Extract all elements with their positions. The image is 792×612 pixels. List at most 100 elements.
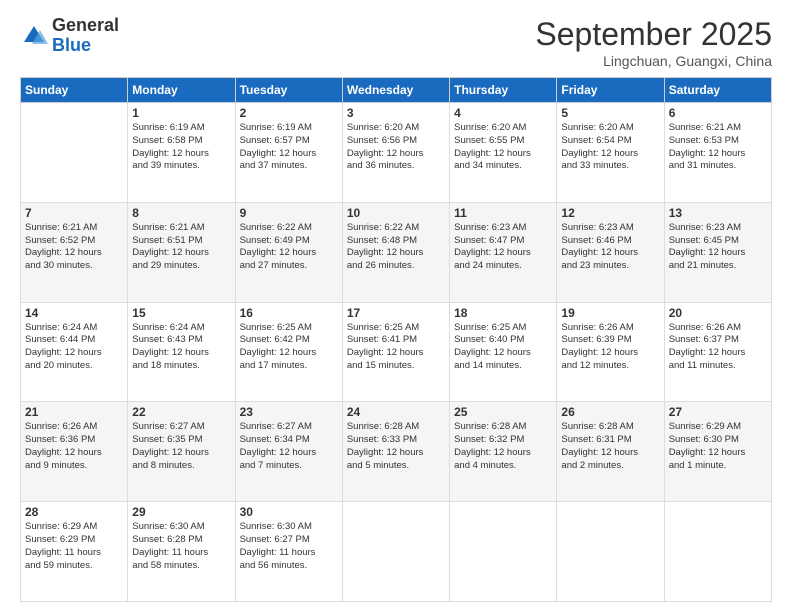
day-info: Sunrise: 6:30 AM Sunset: 6:28 PM Dayligh… — [132, 521, 230, 572]
day-info: Sunrise: 6:28 AM Sunset: 6:31 PM Dayligh… — [561, 421, 659, 472]
day-number: 23 — [240, 405, 338, 419]
day-number: 26 — [561, 405, 659, 419]
calendar-week-row: 14 Sunrise: 6:24 AM Sunset: 6:44 PM Dayli… — [21, 302, 772, 402]
day-info: Sunrise: 6:25 AM Sunset: 6:40 PM Dayligh… — [454, 322, 552, 373]
calendar-week-row: 7 Sunrise: 6:21 AM Sunset: 6:52 PM Daylig… — [21, 202, 772, 302]
day-number: 18 — [454, 306, 552, 320]
day-info: Sunrise: 6:20 AM Sunset: 6:56 PM Dayligh… — [347, 122, 445, 173]
day-number: 22 — [132, 405, 230, 419]
day-number: 14 — [25, 306, 123, 320]
calendar-cell: 19 Sunrise: 6:26 AM Sunset: 6:39 PM Dayli… — [557, 302, 664, 402]
calendar-cell: 23 Sunrise: 6:27 AM Sunset: 6:34 PM Dayli… — [235, 402, 342, 502]
logo-general: General — [52, 16, 119, 36]
logo-text: General Blue — [52, 16, 119, 56]
header: General Blue September 2025 Lingchuan, G… — [20, 16, 772, 69]
day-info: Sunrise: 6:19 AM Sunset: 6:58 PM Dayligh… — [132, 122, 230, 173]
calendar-cell — [664, 502, 771, 602]
calendar-cell: 16Sunrise: 6:25 AM Sunset: 6:42 PM Dayli… — [235, 302, 342, 402]
calendar-cell: 20 Sunrise: 6:26 AM Sunset: 6:37 PM Dayli… — [664, 302, 771, 402]
day-info: Sunrise: 6:23 AM Sunset: 6:46 PM Dayligh… — [561, 222, 659, 273]
page: General Blue September 2025 Lingchuan, G… — [0, 0, 792, 612]
day-number: 19 — [561, 306, 659, 320]
calendar-cell: 9 Sunrise: 6:22 AM Sunset: 6:49 PM Daylig… — [235, 202, 342, 302]
day-info: Sunrise: 6:22 AM Sunset: 6:48 PM Dayligh… — [347, 222, 445, 273]
logo-blue: Blue — [52, 36, 119, 56]
day-number: 12 — [561, 206, 659, 220]
day-number: 4 — [454, 106, 552, 120]
day-info: Sunrise: 6:29 AM Sunset: 6:30 PM Dayligh… — [669, 421, 767, 472]
calendar-week-row: 1 Sunrise: 6:19 AM Sunset: 6:58 PM Daylig… — [21, 103, 772, 203]
day-info: Sunrise: 6:26 AM Sunset: 6:39 PM Dayligh… — [561, 322, 659, 373]
calendar-cell: 14 Sunrise: 6:24 AM Sunset: 6:44 PM Dayli… — [21, 302, 128, 402]
day-info: Sunrise: 6:26 AM Sunset: 6:37 PM Dayligh… — [669, 322, 767, 373]
calendar-cell: 1 Sunrise: 6:19 AM Sunset: 6:58 PM Daylig… — [128, 103, 235, 203]
calendar-cell: 6 Sunrise: 6:21 AM Sunset: 6:53 PM Daylig… — [664, 103, 771, 203]
calendar-cell: 22 Sunrise: 6:27 AM Sunset: 6:35 PM Dayli… — [128, 402, 235, 502]
calendar-cell: 28 Sunrise: 6:29 AM Sunset: 6:29 PM Dayli… — [21, 502, 128, 602]
calendar-cell: 21Sunrise: 6:26 AM Sunset: 6:36 PM Dayli… — [21, 402, 128, 502]
month-title: September 2025 — [535, 16, 772, 53]
day-info: Sunrise: 6:30 AM Sunset: 6:27 PM Dayligh… — [240, 521, 338, 572]
calendar-cell: 29 Sunrise: 6:30 AM Sunset: 6:28 PM Dayli… — [128, 502, 235, 602]
calendar-table: SundayMondayTuesdayWednesdayThursdayFrid… — [20, 77, 772, 602]
location: Lingchuan, Guangxi, China — [535, 53, 772, 69]
calendar-cell: 26 Sunrise: 6:28 AM Sunset: 6:31 PM Dayli… — [557, 402, 664, 502]
day-info: Sunrise: 6:20 AM Sunset: 6:55 PM Dayligh… — [454, 122, 552, 173]
calendar-cell: 2Sunrise: 6:19 AM Sunset: 6:57 PM Daylig… — [235, 103, 342, 203]
day-info: Sunrise: 6:23 AM Sunset: 6:47 PM Dayligh… — [454, 222, 552, 273]
calendar-week-row: 28 Sunrise: 6:29 AM Sunset: 6:29 PM Dayli… — [21, 502, 772, 602]
day-number: 21 — [25, 405, 123, 419]
day-number: 20 — [669, 306, 767, 320]
day-number: 13 — [669, 206, 767, 220]
day-number: 6 — [669, 106, 767, 120]
calendar-cell: 4 Sunrise: 6:20 AM Sunset: 6:55 PM Daylig… — [450, 103, 557, 203]
calendar-cell: 13 Sunrise: 6:23 AM Sunset: 6:45 PM Dayli… — [664, 202, 771, 302]
calendar-cell: 5Sunrise: 6:20 AM Sunset: 6:54 PM Daylig… — [557, 103, 664, 203]
day-number: 10 — [347, 206, 445, 220]
day-number: 3 — [347, 106, 445, 120]
calendar-cell: 10 Sunrise: 6:22 AM Sunset: 6:48 PM Dayli… — [342, 202, 449, 302]
calendar-cell: 30 Sunrise: 6:30 AM Sunset: 6:27 PM Dayli… — [235, 502, 342, 602]
calendar-cell: 25Sunrise: 6:28 AM Sunset: 6:32 PM Dayli… — [450, 402, 557, 502]
calendar-day-header: Saturday — [664, 78, 771, 103]
calendar-cell: 12 Sunrise: 6:23 AM Sunset: 6:46 PM Dayli… — [557, 202, 664, 302]
day-number: 2 — [240, 106, 338, 120]
logo-icon — [20, 22, 48, 50]
day-number: 29 — [132, 505, 230, 519]
day-number: 28 — [25, 505, 123, 519]
day-info: Sunrise: 6:27 AM Sunset: 6:35 PM Dayligh… — [132, 421, 230, 472]
day-info: Sunrise: 6:23 AM Sunset: 6:45 PM Dayligh… — [669, 222, 767, 273]
day-info: Sunrise: 6:21 AM Sunset: 6:51 PM Dayligh… — [132, 222, 230, 273]
day-info: Sunrise: 6:24 AM Sunset: 6:43 PM Dayligh… — [132, 322, 230, 373]
day-number: 17 — [347, 306, 445, 320]
calendar-cell: 24 Sunrise: 6:28 AM Sunset: 6:33 PM Dayli… — [342, 402, 449, 502]
calendar-cell: 17 Sunrise: 6:25 AM Sunset: 6:41 PM Dayli… — [342, 302, 449, 402]
calendar-day-header: Tuesday — [235, 78, 342, 103]
calendar-cell — [557, 502, 664, 602]
day-info: Sunrise: 6:21 AM Sunset: 6:52 PM Dayligh… — [25, 222, 123, 273]
day-number: 1 — [132, 106, 230, 120]
calendar-cell: 15Sunrise: 6:24 AM Sunset: 6:43 PM Dayli… — [128, 302, 235, 402]
day-number: 11 — [454, 206, 552, 220]
calendar-cell — [21, 103, 128, 203]
day-number: 5 — [561, 106, 659, 120]
calendar-day-header: Friday — [557, 78, 664, 103]
day-number: 9 — [240, 206, 338, 220]
day-info: Sunrise: 6:22 AM Sunset: 6:49 PM Dayligh… — [240, 222, 338, 273]
day-info: Sunrise: 6:28 AM Sunset: 6:33 PM Dayligh… — [347, 421, 445, 472]
day-number: 7 — [25, 206, 123, 220]
day-info: Sunrise: 6:25 AM Sunset: 6:42 PM Dayligh… — [240, 322, 338, 373]
day-info: Sunrise: 6:27 AM Sunset: 6:34 PM Dayligh… — [240, 421, 338, 472]
calendar-cell: 27Sunrise: 6:29 AM Sunset: 6:30 PM Dayli… — [664, 402, 771, 502]
day-info: Sunrise: 6:28 AM Sunset: 6:32 PM Dayligh… — [454, 421, 552, 472]
day-number: 8 — [132, 206, 230, 220]
calendar-cell — [342, 502, 449, 602]
day-info: Sunrise: 6:29 AM Sunset: 6:29 PM Dayligh… — [25, 521, 123, 572]
day-number: 30 — [240, 505, 338, 519]
day-info: Sunrise: 6:24 AM Sunset: 6:44 PM Dayligh… — [25, 322, 123, 373]
calendar-cell: 18 Sunrise: 6:25 AM Sunset: 6:40 PM Dayli… — [450, 302, 557, 402]
title-block: September 2025 Lingchuan, Guangxi, China — [535, 16, 772, 69]
day-number: 24 — [347, 405, 445, 419]
day-info: Sunrise: 6:21 AM Sunset: 6:53 PM Dayligh… — [669, 122, 767, 173]
day-info: Sunrise: 6:25 AM Sunset: 6:41 PM Dayligh… — [347, 322, 445, 373]
